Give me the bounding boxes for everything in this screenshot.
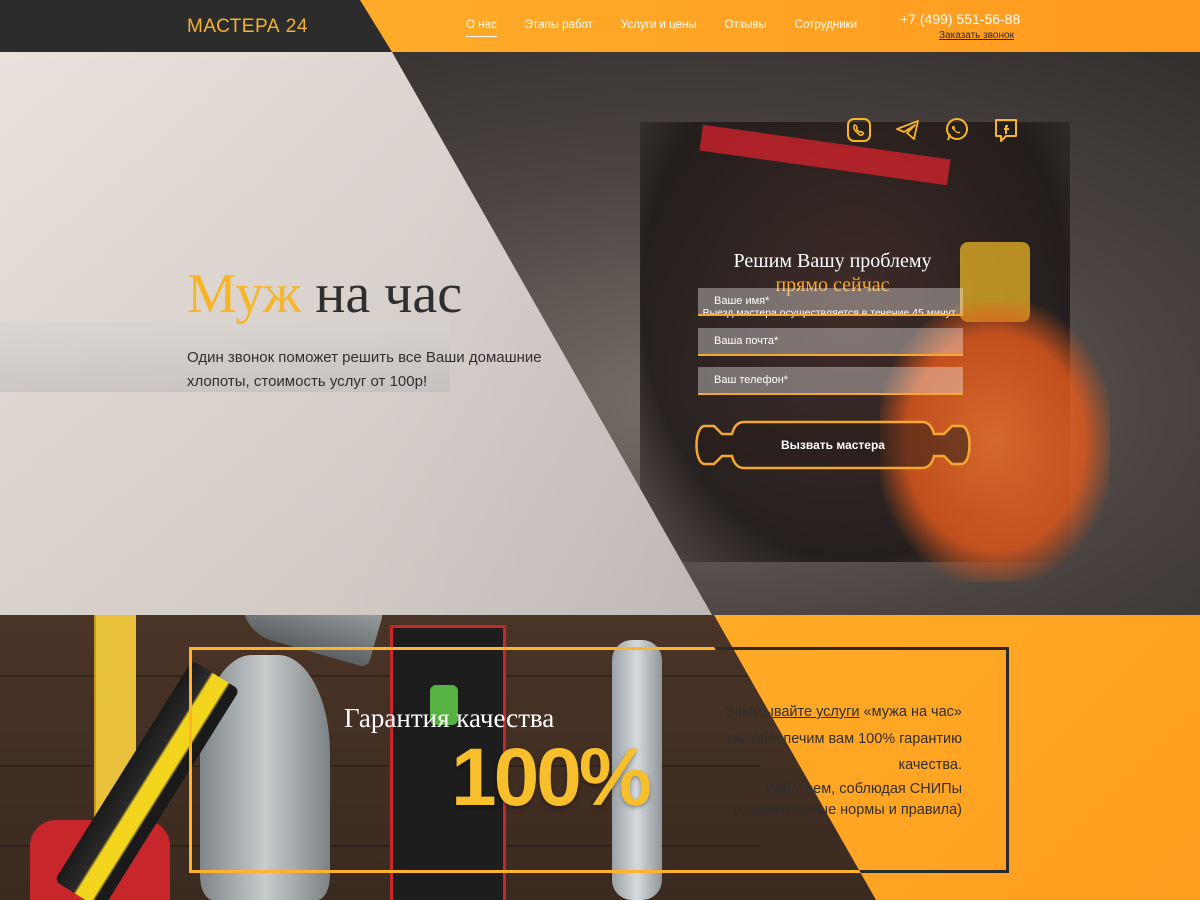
phone-number[interactable]: +7 (499) 551-56-88 xyxy=(900,11,1020,27)
hero-section: Муж на час Один звонок поможет решить вс… xyxy=(0,52,1200,615)
hero-title: Муж на час xyxy=(187,262,462,326)
header: МАСТЕРА 24 О нас Этапы работ Услуги и це… xyxy=(0,0,1200,52)
nav-item-about[interactable]: О нас xyxy=(466,19,497,37)
hero-subtitle: Один звонок поможет решить все Ваши дома… xyxy=(187,349,542,390)
guarantee-title: Гарантия качества xyxy=(344,703,555,733)
guarantee-text: Заказывайте услуги «мужа на час» мы обес… xyxy=(702,699,962,779)
facebook-icon[interactable] xyxy=(993,117,1019,143)
viber-icon[interactable] xyxy=(846,117,872,143)
call-master-button[interactable]: Вызвать мастера xyxy=(692,420,974,470)
form-title: Решим Вашу проблему xyxy=(733,250,932,272)
social-links xyxy=(846,117,1019,143)
guarantee-snip-text: Работаем, соблюдая СНИПы (Строительные н… xyxy=(733,781,962,818)
nav-item-staff[interactable]: Сотрудники xyxy=(795,19,857,37)
nav-item-services[interactable]: Услуги и цены xyxy=(621,19,697,37)
order-services-link[interactable]: Заказывайте услуги xyxy=(725,704,859,720)
telegram-icon[interactable] xyxy=(895,117,921,143)
call-master-label: Вызвать мастера xyxy=(781,438,885,452)
callback-link[interactable]: Заказать звонок xyxy=(939,30,1014,41)
logo[interactable]: МАСТЕРА 24 xyxy=(187,16,308,38)
name-field[interactable] xyxy=(698,288,963,316)
nav-item-reviews[interactable]: Отзывы xyxy=(725,19,767,37)
whatsapp-icon[interactable] xyxy=(944,117,970,143)
hero-title-rest: на час xyxy=(315,263,463,325)
guarantee-percent: 100% xyxy=(451,732,652,823)
hero-title-accent: Муж xyxy=(187,263,302,325)
main-nav: О нас Этапы работ Услуги и цены Отзывы С… xyxy=(466,19,857,37)
phone-field[interactable] xyxy=(698,367,963,395)
email-field[interactable] xyxy=(698,328,963,356)
nav-item-stages[interactable]: Этапы работ xyxy=(525,19,593,37)
guarantee-section: Гарантия качества 100% Заказывайте услуг… xyxy=(0,615,1200,900)
